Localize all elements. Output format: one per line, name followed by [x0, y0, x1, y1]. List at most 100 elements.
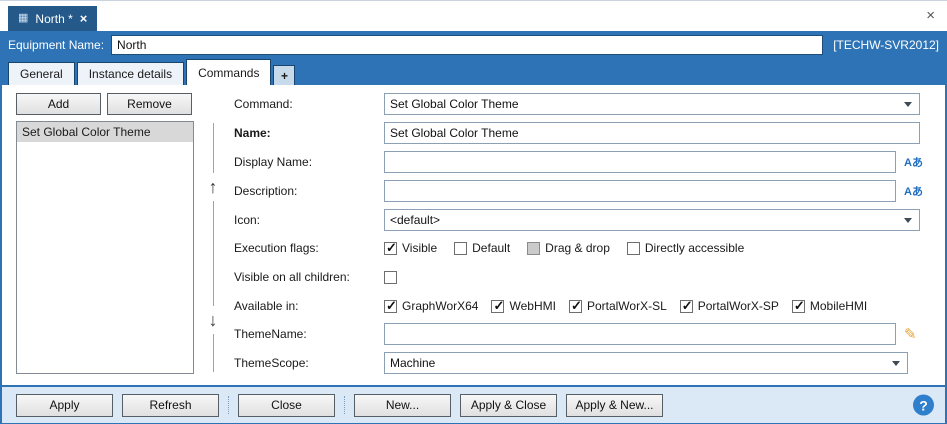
checkbox-graphworx64-box[interactable] [384, 298, 397, 314]
tab-commands[interactable]: Commands [186, 59, 272, 85]
close-button[interactable]: Close [238, 393, 335, 417]
name-row: Name: [234, 122, 941, 144]
available-in-row: Available in: GraphWorX64 WebHMI PortalW… [234, 295, 941, 317]
commands-list[interactable]: Set Global Color Theme [16, 121, 194, 374]
reorder-control: ↑ ↓ [198, 121, 228, 374]
command-row: Command: Set Global Color Theme [234, 93, 941, 115]
button-separator [344, 396, 345, 414]
rename-icon[interactable]: ✎ [904, 325, 917, 343]
available-in-label: Available in: [234, 299, 299, 313]
theme-name-input[interactable] [384, 323, 896, 345]
theme-scope-label: ThemeScope: [234, 356, 309, 370]
localize-icon[interactable]: Aあ [904, 154, 923, 170]
checkbox-graphworx64[interactable]: GraphWorX64 [384, 298, 479, 314]
execution-flags-group: Visible Default Drag & drop Directly acc… [384, 237, 761, 259]
document-tab-title: North * [35, 11, 73, 26]
display-name-row: Display Name: Aあ [234, 151, 941, 173]
tab-add[interactable]: + [273, 65, 296, 85]
command-combobox[interactable]: Set Global Color Theme [384, 93, 920, 115]
description-row: Description: Aあ [234, 180, 941, 202]
icon-combobox[interactable]: <default> [384, 209, 920, 231]
visible-on-all-children-label: Visible on all children: [234, 270, 350, 284]
commands-tab-panel: Add Remove Set Global Color Theme ↑ ↓ Co… [0, 85, 947, 385]
icon-value: <default> [390, 213, 441, 227]
checkbox-portalworx-sl-label: PortalWorX-SL [586, 299, 667, 313]
tab-strip: General Instance details Commands + [0, 58, 947, 85]
remove-button[interactable]: Remove [107, 93, 192, 115]
display-name-input[interactable] [384, 151, 896, 173]
checkbox-drag-drop-label: Drag & drop [545, 241, 610, 255]
checkbox-portalworx-sl-box[interactable] [568, 298, 582, 314]
move-down-icon[interactable]: ↓ [201, 306, 225, 334]
list-item[interactable]: Set Global Color Theme [17, 122, 193, 142]
icon-label: Icon: [234, 213, 261, 227]
checkbox-visible[interactable]: Visible [384, 240, 438, 256]
new-button[interactable]: New... [354, 393, 451, 417]
theme-name-label: ThemeName: [234, 327, 307, 341]
tab-instance-details[interactable]: Instance details [76, 62, 185, 85]
equipment-icon: ▦ [18, 12, 29, 24]
apply-and-new-button[interactable]: Apply & New... [566, 393, 663, 417]
execution-flags-row: Execution flags: Visible Default Drag & … [234, 237, 941, 259]
tab-general[interactable]: General [8, 62, 75, 85]
theme-name-row: ThemeName: ✎ [234, 323, 941, 345]
name-input[interactable] [384, 122, 920, 144]
theme-scope-combobox[interactable]: Machine [384, 352, 908, 374]
checkbox-graphworx64-label: GraphWorX64 [402, 299, 479, 313]
checkbox-directly-accessible[interactable]: Directly accessible [626, 241, 745, 255]
window-close-icon[interactable]: × [926, 8, 935, 23]
command-value: Set Global Color Theme [390, 97, 519, 111]
command-label: Command: [234, 97, 293, 111]
checkbox-drag-drop[interactable]: Drag & drop [527, 241, 610, 255]
move-up-icon[interactable]: ↑ [201, 173, 225, 201]
checkbox-default[interactable]: Default [454, 241, 510, 255]
add-tab-icon: + [280, 68, 288, 83]
checkbox-portalworx-sp-label: PortalWorX-SP [697, 299, 779, 313]
checkbox-webhmi-label: WebHMI [509, 299, 556, 313]
description-input[interactable] [384, 180, 896, 202]
checkbox-default-box[interactable] [454, 241, 468, 255]
icon-row: Icon: <default> [234, 209, 941, 231]
checkbox-drag-drop-box[interactable] [527, 241, 541, 255]
visible-on-all-children-row: Visible on all children: [234, 266, 941, 288]
checkbox-portalworx-sp[interactable]: PortalWorX-SP [679, 298, 779, 314]
apply-button[interactable]: Apply [16, 393, 113, 417]
tab-instance-details-label: Instance details [88, 67, 173, 81]
checkbox-portalworx-sp-box[interactable] [679, 298, 693, 314]
equipment-editor-window: ▦ North * × × Equipment Name: [TECHW-SVR… [0, 0, 947, 424]
checkbox-visible-on-all-children-box[interactable] [384, 270, 397, 284]
equipment-name-label: Equipment Name: [8, 37, 105, 52]
document-tab-close-icon[interactable]: × [80, 11, 88, 26]
apply-and-close-button[interactable]: Apply & Close [460, 393, 557, 417]
checkbox-directly-accessible-box[interactable] [626, 241, 640, 255]
document-tab-north[interactable]: ▦ North * × [8, 6, 98, 31]
tab-commands-label: Commands [198, 65, 260, 80]
checkbox-mobilehmi[interactable]: MobileHMI [791, 298, 868, 314]
help-icon[interactable]: ? [913, 394, 934, 416]
checkbox-visible-box[interactable] [384, 240, 397, 256]
tab-general-label: General [20, 67, 63, 81]
theme-scope-row: ThemeScope: Machine [234, 352, 941, 374]
checkbox-portalworx-sl[interactable]: PortalWorX-SL [568, 298, 667, 314]
available-in-group: GraphWorX64 WebHMI PortalWorX-SL PortalW… [384, 295, 880, 317]
checkbox-visible-on-all-children[interactable] [384, 270, 397, 284]
refresh-button[interactable]: Refresh [122, 393, 219, 417]
checkbox-directly-accessible-label: Directly accessible [644, 241, 745, 255]
checkbox-visible-label: Visible [402, 241, 438, 255]
checkbox-mobilehmi-label: MobileHMI [809, 299, 868, 313]
name-label: Name: [234, 126, 271, 140]
localize-icon[interactable]: Aあ [904, 183, 923, 199]
chevron-down-icon [892, 360, 900, 366]
description-label: Description: [234, 184, 298, 198]
equipment-name-input[interactable] [111, 34, 824, 55]
execution-flags-label: Execution flags: [234, 241, 319, 255]
add-button[interactable]: Add [16, 93, 101, 115]
button-separator [228, 396, 229, 414]
checkbox-webhmi-box[interactable] [491, 298, 505, 314]
theme-scope-value: Machine [390, 356, 436, 370]
display-name-label: Display Name: [234, 155, 313, 169]
checkbox-mobilehmi-box[interactable] [791, 298, 805, 314]
checkbox-webhmi[interactable]: WebHMI [491, 298, 556, 314]
document-tab-bar: ▦ North * × × [0, 1, 947, 31]
checkbox-default-label: Default [472, 241, 511, 255]
